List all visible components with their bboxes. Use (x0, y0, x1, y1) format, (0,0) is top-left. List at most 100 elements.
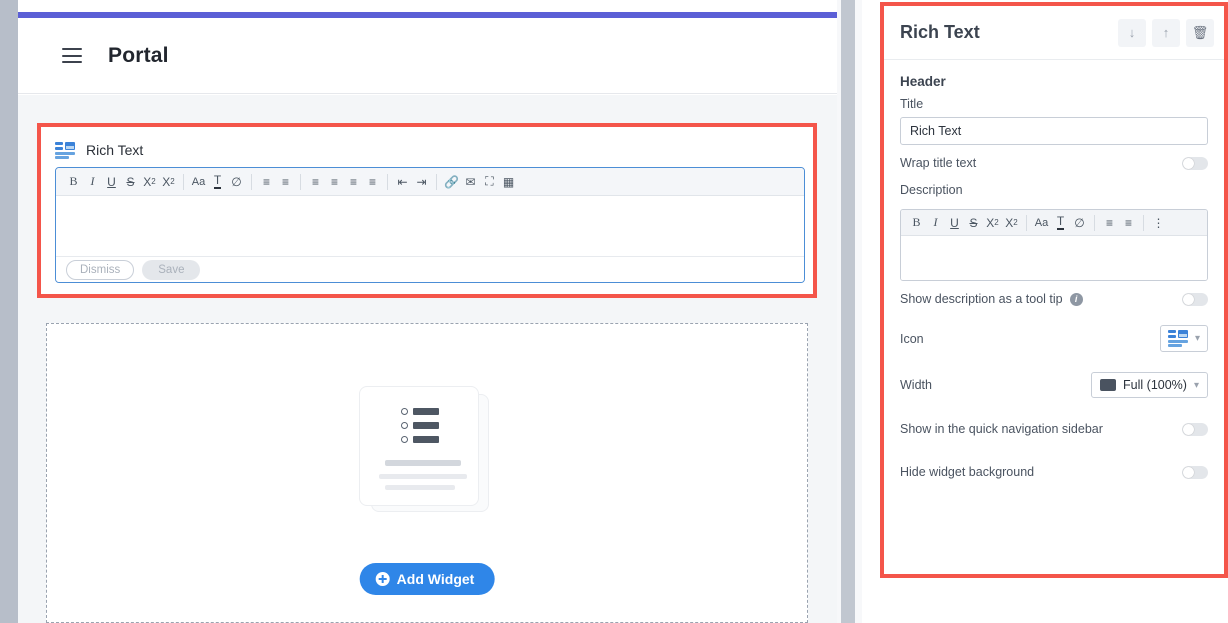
config-panel-header: Rich Text ↓ ↑ 🗑 (884, 6, 1224, 60)
icon-row-label: Icon (900, 331, 924, 346)
underline-icon[interactable]: U (102, 171, 121, 193)
title-input[interactable] (900, 117, 1208, 145)
toolbar-divider (251, 173, 252, 190)
bold-icon[interactable]: B (64, 171, 83, 193)
insert-email-icon[interactable]: ✉ (461, 171, 480, 193)
rich-text-widget-highlight: Rich Text B I U S X2 X2 Aa T ∅ ≡ ≡ ≡ ≡ ≡… (37, 123, 817, 298)
move-up-icon[interactable]: ↑ (1152, 18, 1180, 47)
hamburger-menu-icon[interactable] (62, 48, 82, 63)
width-row-label: Width (900, 378, 932, 392)
text-color-icon[interactable]: T (1051, 212, 1070, 234)
portal-header: Portal (18, 18, 837, 94)
wrap-title-row: Wrap title text (884, 145, 1224, 179)
config-panel: Rich Text ↓ ↑ 🗑 Header Title Wrap title … (884, 6, 1224, 574)
clear-format-icon[interactable]: ∅ (1070, 212, 1089, 234)
bullet-list-icon[interactable]: ≡ (1100, 212, 1119, 234)
text-color-icon[interactable]: T (208, 171, 227, 193)
wrap-title-label: Wrap title text (900, 156, 977, 170)
tooltip-toggle[interactable] (1182, 292, 1208, 306)
hide-background-toggle[interactable] (1182, 465, 1208, 479)
insert-table-icon[interactable]: ▦ (499, 171, 518, 193)
page-scrollbar-left[interactable] (0, 0, 18, 623)
editor-actions: Dismiss Save (56, 256, 804, 282)
rich-text-editor-body[interactable] (56, 196, 804, 256)
toolbar-divider (436, 173, 437, 190)
icon-select[interactable]: ▾ (1159, 325, 1208, 352)
quick-nav-toggle[interactable] (1182, 422, 1208, 436)
width-select[interactable]: Full (100%) ▾ (1091, 372, 1208, 398)
superscript-icon[interactable]: X2 (140, 171, 159, 193)
italic-icon[interactable]: I (83, 171, 102, 193)
empty-widget-dropzone[interactable]: Add Widget (46, 323, 808, 623)
align-justify-icon[interactable]: ≡ (363, 171, 382, 193)
description-editor[interactable]: B I U S X2 X2 Aa T ∅ ≡ ≡ ⋮ (900, 209, 1208, 281)
description-editor-body[interactable] (901, 236, 1207, 280)
outdent-icon[interactable]: ⇤ (393, 171, 412, 193)
info-icon[interactable]: i (1069, 292, 1083, 306)
quick-nav-label: Show in the quick navigation sidebar (900, 422, 1103, 436)
move-down-icon[interactable]: ↓ (1118, 18, 1146, 47)
rich-text-widget: Rich Text B I U S X2 X2 Aa T ∅ ≡ ≡ ≡ ≡ ≡… (41, 127, 813, 294)
chevron-down-icon: ▾ (1193, 379, 1199, 391)
toolbar-divider (300, 173, 301, 190)
app-root: Portal Rich Text B I U S X 2 X 2 Aa T ∅ … (0, 0, 1228, 623)
font-size-icon[interactable]: Aa (1032, 212, 1051, 234)
subscript-icon[interactable]: X2 (1002, 212, 1021, 234)
delete-icon[interactable]: 🗑 (1186, 18, 1214, 47)
icon-row: Icon ▾ (884, 315, 1224, 362)
indent-icon[interactable]: ⇥ (412, 171, 431, 193)
width-row: Width Full (100%) ▾ (884, 362, 1224, 408)
description-field-label: Description (900, 183, 963, 197)
title-field-label: Title (900, 97, 924, 111)
panel-scrollbar-thumb[interactable] (841, 0, 855, 623)
page-title: Portal (108, 43, 169, 67)
strikethrough-icon[interactable]: S (964, 212, 983, 234)
toolbar-divider (1026, 214, 1027, 231)
wrap-title-toggle[interactable] (1182, 156, 1208, 170)
description-toolbar: B I U S X2 X2 Aa T ∅ ≡ ≡ ⋮ (901, 210, 1207, 236)
align-left-icon[interactable]: ≡ (306, 171, 325, 193)
align-center-icon[interactable]: ≡ (325, 171, 344, 193)
tooltip-label-text: Show description as a tool tip (900, 292, 1063, 306)
stacked-cards-list-illustration (357, 384, 497, 524)
bullet-list-icon[interactable]: ≡ (257, 171, 276, 193)
description-field-group: Description (884, 179, 1224, 209)
config-panel-highlight: Rich Text ↓ ↑ 🗑 Header Title Wrap title … (880, 2, 1228, 578)
add-widget-label: Add Widget (396, 571, 475, 587)
clear-format-icon[interactable]: ∅ (227, 171, 246, 193)
strikethrough-icon[interactable]: S (121, 171, 140, 193)
plus-circle-icon (375, 572, 390, 586)
numbered-list-icon[interactable]: ≡ (276, 171, 295, 193)
add-widget-button[interactable]: Add Widget (359, 563, 495, 595)
widget-config-pane: Rich Text ↓ ↑ 🗑 Header Title Wrap title … (862, 0, 1228, 623)
insert-image-icon[interactable]: ⛶ (480, 171, 499, 193)
portal-body: Rich Text B I U S X2 X2 Aa T ∅ ≡ ≡ ≡ ≡ ≡… (18, 95, 837, 623)
width-value: Full (100%) (1123, 378, 1187, 392)
editor-toolbar: B I U S X2 X2 Aa T ∅ ≡ ≡ ≡ ≡ ≡ ≡ ⇤ ⇥ 🔗 ✉… (56, 168, 804, 196)
toolbar-divider (1143, 214, 1144, 231)
widget-title-label: Rich Text (86, 142, 144, 158)
superscript-icon[interactable]: X2 (983, 212, 1002, 234)
config-panel-title: Rich Text (900, 22, 980, 42)
underline-icon[interactable]: U (945, 212, 964, 234)
toolbar-divider (1094, 214, 1095, 231)
tooltip-row: Show description as a tool tip i (884, 281, 1224, 315)
bold-icon[interactable]: B (907, 212, 926, 234)
hide-background-label: Hide widget background (900, 465, 1035, 479)
subscript-icon[interactable]: X2 (159, 171, 178, 193)
insert-link-icon[interactable]: 🔗 (442, 171, 461, 193)
save-button[interactable]: Save (142, 259, 201, 280)
portal-preview-pane: Portal Rich Text B I U S X 2 X 2 Aa T ∅ … (0, 0, 862, 623)
dismiss-button[interactable]: Dismiss (66, 259, 135, 280)
quick-nav-row: Show in the quick navigation sidebar (884, 408, 1224, 445)
more-options-icon[interactable]: ⋮ (1149, 212, 1168, 234)
align-right-icon[interactable]: ≡ (344, 171, 363, 193)
rich-text-icon (1167, 330, 1188, 347)
font-size-icon[interactable]: Aa (189, 171, 208, 193)
chevron-down-icon: ▾ (1194, 333, 1200, 344)
italic-icon[interactable]: I (926, 212, 945, 234)
numbered-list-icon[interactable]: ≡ (1119, 212, 1138, 234)
rich-text-editor[interactable]: B I U S X2 X2 Aa T ∅ ≡ ≡ ≡ ≡ ≡ ≡ ⇤ ⇥ 🔗 ✉… (55, 167, 805, 283)
title-field-group: Title (884, 93, 1224, 145)
toolbar-divider (387, 173, 388, 190)
